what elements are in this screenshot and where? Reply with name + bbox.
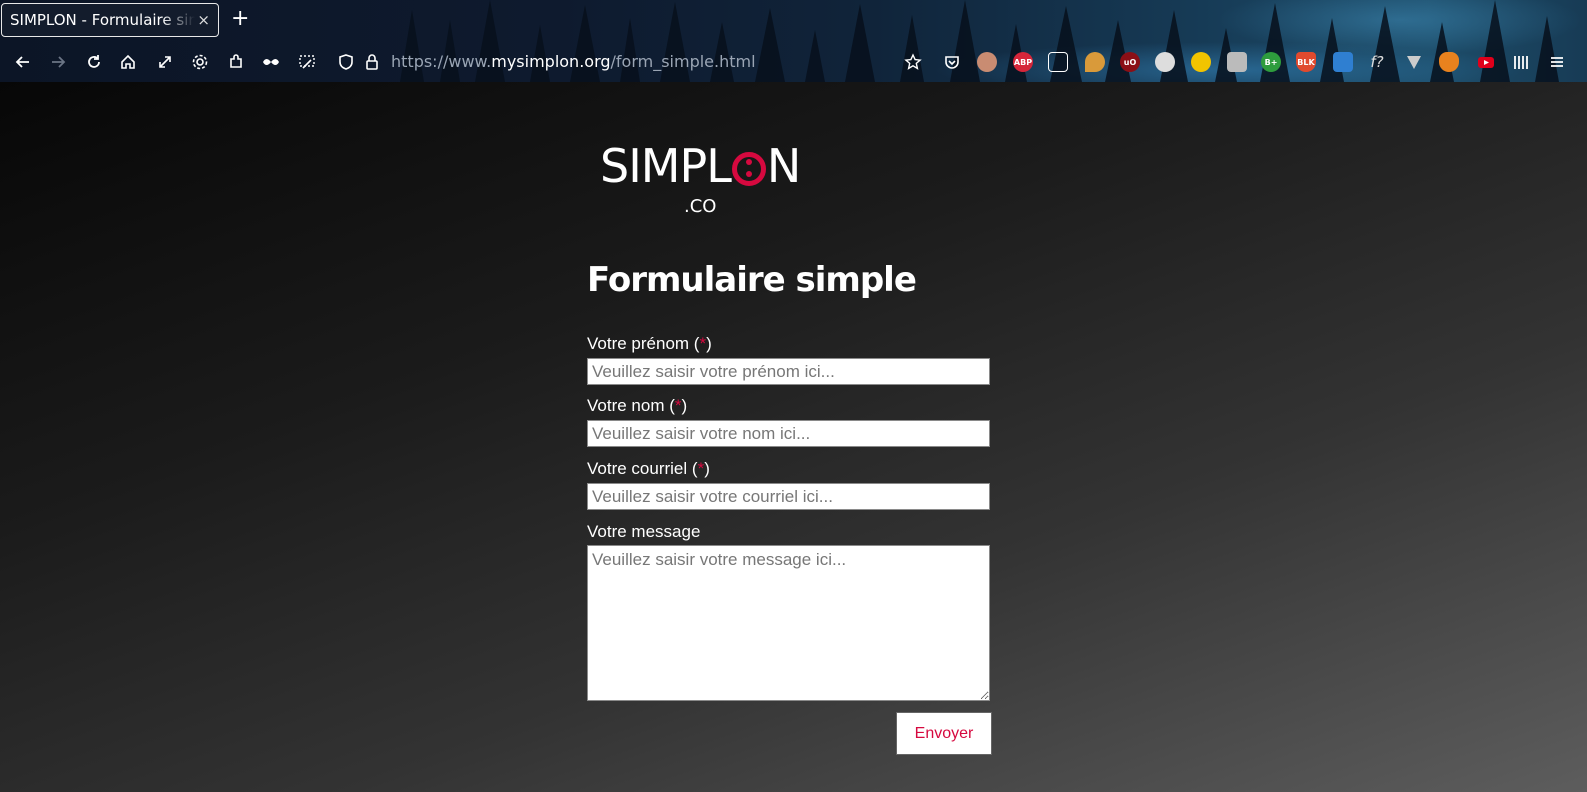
address-bar[interactable]: https://www.mysimplon.org/form_simple.ht… bbox=[391, 52, 756, 71]
radiation-extension-icon[interactable] bbox=[1191, 52, 1211, 72]
shield-extension-icon[interactable]: BLK bbox=[1296, 52, 1316, 72]
formula-extension-icon[interactable]: f? bbox=[1367, 52, 1387, 72]
firstname-label: Votre prénom (*) bbox=[587, 334, 712, 353]
reload-button[interactable] bbox=[82, 50, 106, 74]
home-icon bbox=[121, 54, 135, 69]
tab-title: SIMPLON - Formulaire simple bbox=[10, 11, 195, 29]
menu-button[interactable] bbox=[1545, 50, 1569, 74]
email-input[interactable] bbox=[587, 483, 990, 510]
arrow-right-icon bbox=[52, 56, 66, 68]
library-button[interactable] bbox=[1509, 50, 1533, 74]
logo-wordmark: SIMPL N bbox=[600, 138, 801, 194]
adblock-plus-icon[interactable]: ABP bbox=[1013, 52, 1033, 72]
logo-suffix: .CO bbox=[684, 196, 717, 217]
youtube-icon bbox=[1478, 57, 1494, 68]
required-marker: * bbox=[699, 334, 707, 353]
arrow-left-icon bbox=[15, 56, 29, 68]
mask-icon bbox=[263, 59, 279, 65]
message-label: Votre message bbox=[587, 522, 701, 541]
ublock-origin-icon[interactable]: uO bbox=[1120, 52, 1140, 72]
lastname-label: Votre nom (*) bbox=[587, 396, 688, 415]
url-path: /form_simple.html bbox=[610, 52, 756, 71]
reload-icon bbox=[88, 55, 100, 68]
message-textarea[interactable] bbox=[587, 545, 990, 701]
extensions-button[interactable] bbox=[224, 50, 248, 74]
required-marker: * bbox=[674, 396, 682, 415]
screenshot-button[interactable] bbox=[295, 50, 319, 74]
lastname-input[interactable] bbox=[587, 420, 990, 447]
page-content: SIMPL N .CO Formulaire simple Votre préno… bbox=[0, 82, 1587, 792]
triangle-icon bbox=[1407, 56, 1421, 69]
back-button[interactable] bbox=[11, 50, 35, 74]
private-mode-button[interactable] bbox=[259, 50, 283, 74]
logo-o-mark bbox=[731, 152, 766, 186]
fullscreen-button[interactable] bbox=[153, 50, 177, 74]
pocket-button[interactable] bbox=[940, 50, 964, 74]
new-tab-button[interactable]: + bbox=[231, 8, 249, 30]
hamburger-menu-icon bbox=[1551, 57, 1563, 67]
shield-icon bbox=[339, 54, 353, 70]
logo-text-end: N bbox=[766, 139, 801, 193]
library-icon bbox=[1514, 56, 1528, 69]
email-label: Votre courriel (*) bbox=[587, 459, 710, 478]
bplus-extension-icon[interactable]: B+ bbox=[1261, 52, 1281, 72]
gear-icon bbox=[192, 54, 208, 70]
submit-button[interactable]: Envoyer bbox=[896, 712, 992, 755]
metamask-fox-icon[interactable] bbox=[1439, 52, 1459, 72]
forward-button[interactable] bbox=[46, 50, 70, 74]
navigation-toolbar: https://www.mysimplon.org/form_simple.ht… bbox=[0, 42, 1587, 82]
page-title: Formulaire simple bbox=[587, 260, 917, 300]
required-marker: * bbox=[697, 459, 705, 478]
lock-icon bbox=[366, 54, 378, 70]
browser-chrome: SIMPLON - Formulaire simple × + bbox=[0, 0, 1587, 82]
ball-extension-icon[interactable] bbox=[1155, 52, 1175, 72]
settings-button[interactable] bbox=[188, 50, 212, 74]
tracking-protection-button[interactable] bbox=[334, 50, 358, 74]
reader-extension-icon[interactable] bbox=[1048, 52, 1068, 72]
url-prefix: https://www. bbox=[391, 52, 492, 71]
url-host: mysimplon.org bbox=[491, 52, 611, 71]
tab-strip: SIMPLON - Formulaire simple × + bbox=[0, 0, 1587, 40]
home-button[interactable] bbox=[116, 50, 140, 74]
bookmark-star-button[interactable] bbox=[901, 50, 925, 74]
cookie-extension-icon[interactable] bbox=[1085, 52, 1105, 72]
site-security-button[interactable] bbox=[360, 50, 384, 74]
puzzle-icon bbox=[230, 54, 242, 68]
profile-avatar-icon[interactable] bbox=[977, 52, 997, 72]
screenshot-icon bbox=[299, 55, 315, 69]
pocket-icon bbox=[945, 56, 959, 69]
document-extension-icon[interactable] bbox=[1333, 52, 1353, 72]
simplon-logo: SIMPL N .CO bbox=[600, 138, 810, 228]
tab-close-icon[interactable]: × bbox=[197, 11, 210, 29]
tab-active[interactable]: SIMPLON - Formulaire simple × bbox=[1, 3, 219, 37]
expand-icon bbox=[159, 56, 171, 68]
tool-extension-icon[interactable] bbox=[1227, 52, 1247, 72]
youtube-extension-button[interactable] bbox=[1474, 50, 1498, 74]
logo-text-start: SIMPL bbox=[600, 139, 732, 193]
firstname-input[interactable] bbox=[587, 358, 990, 385]
star-icon bbox=[904, 53, 922, 70]
vivaldi-extension-button[interactable] bbox=[1402, 50, 1426, 74]
